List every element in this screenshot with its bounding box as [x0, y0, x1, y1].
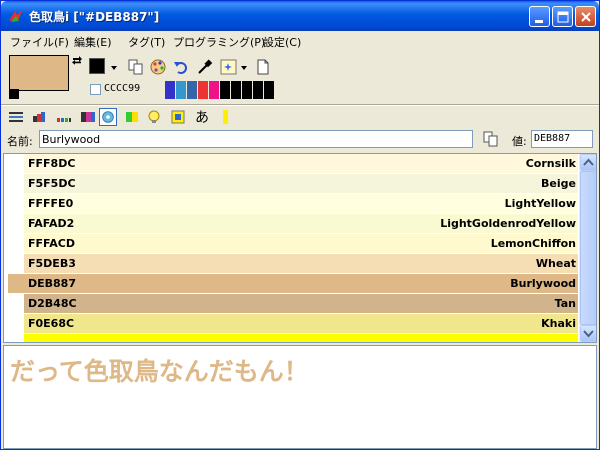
palette-color-cell[interactable]	[187, 81, 198, 99]
color-hex: F5F5DC	[28, 177, 76, 190]
palette-color-cell[interactable]	[264, 81, 275, 99]
maximize-icon	[557, 11, 569, 23]
bulb-icon[interactable]	[145, 108, 163, 126]
menu-edit[interactable]: 編集(E)	[74, 34, 112, 50]
color-name: Beige	[541, 177, 576, 190]
close-button[interactable]	[575, 6, 596, 27]
value-label: 値:	[512, 135, 527, 148]
color-name: LightYellow	[504, 197, 576, 210]
scroll-thumb[interactable]	[580, 171, 596, 325]
color-row[interactable]: FFFACD LemonChiffon	[24, 234, 578, 253]
preview-panel: だって色取鳥なんだもん！	[3, 345, 597, 449]
value-field[interactable]: DEB887	[531, 130, 593, 148]
color-row[interactable]: F5DEB3 Wheat	[24, 254, 578, 273]
color-name: LemonChiffon	[490, 237, 576, 250]
palette-color-cell[interactable]	[220, 81, 231, 99]
palette-icon[interactable]	[149, 58, 167, 76]
color-list: FFF8DC Cornsilk F5F5DC Beige FFFFE0 LightYell…	[3, 153, 597, 343]
color-name: Wheat	[535, 257, 576, 270]
checkbox-hex-label: CCCC99	[104, 83, 141, 94]
menu-programming[interactable]: プログラミング(P)	[173, 34, 265, 50]
color-row[interactable]: D2B48C Tan	[24, 294, 578, 313]
color-hex: F0E68C	[28, 317, 75, 330]
color-name: LightGoldenrodYellow	[440, 217, 576, 230]
maximize-button[interactable]	[552, 6, 573, 27]
color-row[interactable]: FAFAD2 LightGoldenrodYellow	[24, 214, 578, 233]
gradient-bar-icon[interactable]	[31, 108, 49, 126]
color-hex: FFFFE0	[28, 197, 74, 210]
palette-color-cell[interactable]	[198, 81, 209, 99]
list-icon[interactable]	[7, 108, 25, 126]
gear-color-icon[interactable]	[99, 108, 117, 126]
color-name: Burlywood	[510, 277, 576, 290]
new-page-icon[interactable]	[254, 58, 272, 76]
minimize-button[interactable]	[529, 6, 550, 27]
close-icon	[581, 12, 591, 22]
divider	[1, 105, 599, 106]
swap-colors-icon[interactable]	[71, 55, 83, 67]
palette-color-cell[interactable]	[231, 81, 242, 99]
color-hex: FAFAD2	[28, 217, 75, 230]
scroll-down-button[interactable]	[580, 325, 596, 342]
color-row[interactable]: F5F5DC Beige	[24, 174, 578, 193]
menu-tag[interactable]: タグ(T)	[128, 34, 165, 50]
color-name: Tan	[554, 297, 576, 310]
vertical-scrollbar[interactable]	[579, 154, 596, 342]
menu-bar: ファイル(F) 編集(E) タグ(T) プログラミング(P) 設定(C)	[1, 31, 599, 51]
color-dots-icon[interactable]	[55, 108, 73, 126]
green-blue-icon[interactable]	[123, 108, 141, 126]
menu-file[interactable]: ファイル(F)	[10, 34, 69, 50]
hex-checkbox[interactable]	[90, 84, 101, 95]
preview-text: だって色取鳥なんだもん！	[10, 357, 309, 386]
palette-color-cell[interactable]	[176, 81, 187, 99]
sparkle-box-icon[interactable]	[220, 58, 238, 76]
color-name: Cornsilk	[525, 157, 576, 170]
current-color-swatch[interactable]	[9, 55, 69, 91]
window-title: 色取鳥i ["#DEB887"]	[29, 10, 160, 24]
color-row[interactable]	[24, 334, 578, 342]
color-hex: DEB887	[28, 277, 76, 290]
chevron-down-icon[interactable]	[109, 58, 119, 76]
color-hex: F5DEB3	[28, 257, 76, 270]
selected-color-row[interactable]: DEB887 Burlywood	[8, 274, 578, 293]
color-hex: FFF8DC	[28, 157, 76, 170]
yellow-bar-icon[interactable]	[217, 108, 235, 126]
color-palette	[165, 81, 275, 99]
name-label: 名前:	[7, 135, 33, 148]
color-row[interactable]: FFFFE0 LightYellow	[24, 194, 578, 213]
hiragana-icon[interactable]: あ	[193, 107, 211, 126]
title-bar[interactable]: 色取鳥i ["#DEB887"]	[1, 1, 599, 31]
copy-icon[interactable]	[127, 58, 145, 76]
yellow-box-icon[interactable]	[169, 108, 187, 126]
bird-app-icon	[9, 8, 22, 22]
palette-color-cell[interactable]	[242, 81, 253, 99]
scroll-up-button[interactable]	[580, 154, 596, 171]
color-name: Khaki	[541, 317, 576, 330]
name-field[interactable]: Burlywood	[39, 130, 473, 148]
background-color-swatch[interactable]	[9, 89, 19, 99]
menu-settings[interactable]: 設定(C)	[263, 34, 301, 50]
eyedropper-icon[interactable]	[196, 58, 214, 76]
undo-icon[interactable]	[172, 58, 190, 76]
color-row[interactable]: F0E68C Khaki	[24, 314, 578, 333]
color-row[interactable]: FFF8DC Cornsilk	[24, 154, 578, 173]
color-hex: D2B48C	[28, 297, 77, 310]
copy-icon[interactable]	[482, 130, 500, 148]
palette-color-cell[interactable]	[209, 81, 220, 99]
secondary-color-swatch[interactable]	[89, 58, 105, 74]
app-window: 色取鳥i ["#DEB887"] ファイル(F) 編集(E) タグ(T) プログ…	[0, 0, 600, 450]
palette-color-cell[interactable]	[253, 81, 264, 99]
minimize-icon	[535, 20, 543, 23]
color-hex: FFFACD	[28, 237, 75, 250]
palette-color-cell[interactable]	[165, 81, 176, 99]
chevron-down-icon	[583, 330, 594, 338]
chevron-down-icon[interactable]	[239, 58, 249, 76]
multicolor-icon[interactable]	[79, 108, 97, 126]
chevron-up-icon	[583, 158, 594, 166]
